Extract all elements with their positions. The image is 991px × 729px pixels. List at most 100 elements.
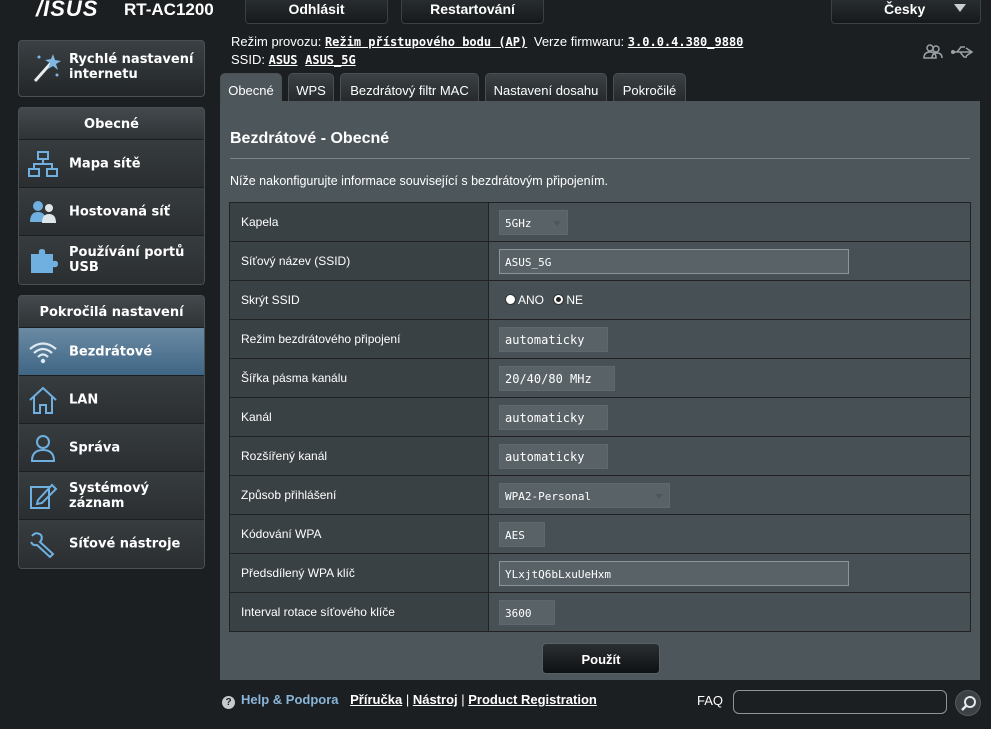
tab-bridge[interactable]: Nastavení dosahu: [485, 73, 607, 102]
main-panel: Bezdrátové - Obecné Níže nakonfigurujte …: [220, 101, 980, 680]
psk-cell: YLxjtQ6bLxuUeHxm: [488, 553, 971, 593]
sidebar-item-label: Správa: [69, 440, 121, 455]
usb-icon[interactable]: [951, 46, 974, 58]
logout-button[interactable]: Odhlásit: [245, 0, 388, 24]
bandwidth-select[interactable]: 20/40/80 MHz: [499, 365, 615, 391]
network-tools-icon: [30, 532, 55, 558]
wireless-mode-select[interactable]: automaticky: [499, 326, 608, 352]
sidebar-item-label: Hostovaná síť: [69, 204, 170, 219]
wireless-mode-cell: automaticky: [488, 319, 971, 359]
faq-search-button[interactable]: [955, 690, 981, 716]
restart-button[interactable]: Restartování: [401, 0, 544, 24]
table-row: Interval rotace síťového klíče 3600: [229, 592, 971, 632]
ssid-input[interactable]: ASUS_5G: [499, 248, 849, 274]
sidebar-item-admin[interactable]: Správa: [19, 424, 204, 472]
sidebar-item-network-tools[interactable]: Síťové nástroje: [19, 520, 204, 568]
ext-channel-label: Rozšířený kanál: [229, 436, 489, 476]
mode-value-link[interactable]: Režim přístupového bodu (AP): [325, 35, 527, 49]
wpa-encryption-cell: AES: [488, 514, 971, 554]
sidebar-item-system-log[interactable]: Systémový záznam: [19, 472, 204, 520]
sidebar-item-guest-network[interactable]: Hostovaná síť: [19, 188, 204, 236]
channel-select[interactable]: automaticky: [499, 404, 608, 430]
psk-input[interactable]: YLxjtQ6bLxuUeHxm: [499, 560, 849, 586]
status-line-mode: Režim provozu: Režim přístupového bodu (…: [231, 34, 743, 49]
tab-general[interactable]: Obecné: [220, 73, 282, 102]
language-label: Česky: [884, 1, 926, 17]
sidebar-item-label: Mapa sítě: [69, 156, 141, 171]
tab-professional[interactable]: Pokročilé: [613, 73, 686, 102]
ext-channel-select[interactable]: automaticky: [499, 443, 608, 469]
key-interval-label: Interval rotace síťového klíče: [229, 592, 489, 632]
chevron-down-icon: [655, 493, 663, 499]
auth-method-select[interactable]: WPA2-Personal: [499, 482, 670, 508]
table-row: Předsdílený WPA klíč YLxjtQ6bLxuUeHxm: [229, 553, 971, 593]
key-interval-input[interactable]: 3600: [499, 599, 555, 625]
tab-mac-filter[interactable]: Bezdrátový filtr MAC: [340, 73, 479, 102]
bandwidth-label: Šířka pásma kanálu: [229, 358, 489, 398]
ssid-label: SSID:: [231, 52, 265, 67]
bandwidth-cell: 20/40/80 MHz: [488, 358, 971, 398]
wifi-icon: [29, 342, 57, 364]
firmware-label: Verze firmwaru:: [533, 34, 625, 49]
advanced-menu-title: Pokročilá nastavení: [19, 296, 204, 328]
admin-user-icon: [30, 435, 56, 462]
guest-network-icon: [30, 201, 56, 223]
footer-separator: |: [461, 692, 465, 707]
sidebar-item-wireless[interactable]: Bezdrátové: [19, 328, 204, 376]
page-description: Níže nakonfigurujte informace souvisejíc…: [230, 174, 608, 188]
ssid-cell: ASUS_5G: [488, 241, 971, 281]
channel-label: Kanál: [229, 397, 489, 437]
auth-method-value: WPA2-Personal: [505, 489, 592, 503]
mode-label: Režim provozu:: [231, 34, 322, 49]
top-bar: /ISUS RT-AC1200 Odhlásit Restartování Če…: [0, 0, 991, 26]
ssid-field-label: Síťový název (SSID): [229, 241, 489, 281]
apply-button[interactable]: Použít: [542, 643, 660, 674]
ssid-link-5g[interactable]: ASUS_5G: [305, 53, 356, 67]
sidebar-item-usb[interactable]: Používání portů USB: [19, 236, 204, 284]
channel-cell: automaticky: [488, 397, 971, 437]
language-select[interactable]: Česky: [831, 0, 981, 24]
table-row: Skrýt SSID ANO NE: [229, 280, 971, 320]
system-log-icon: [30, 483, 58, 509]
wireless-mode-label: Režim bezdrátového připojení: [229, 319, 489, 359]
tab-wps[interactable]: WPS: [288, 73, 334, 102]
faq-search-input[interactable]: [733, 690, 947, 714]
network-map-icon: [28, 151, 58, 177]
band-select[interactable]: 5GHz: [499, 209, 568, 235]
quick-setup-button[interactable]: Rychlé nastavení internetu: [18, 40, 205, 97]
footer: ? Help & Podpora Příručka | Nástroj | Pro…: [222, 692, 597, 709]
firmware-value-link[interactable]: 3.0.0.4.380_9880: [628, 35, 744, 49]
sidebar: Rychlé nastavení internetu Obecné Mapa s…: [18, 40, 205, 569]
table-row: Síťový název (SSID) ASUS_5G: [229, 241, 971, 281]
hide-ssid-no-radio[interactable]: [553, 294, 565, 305]
sidebar-item-lan[interactable]: LAN: [19, 376, 204, 424]
table-row: Kapela 5GHz: [229, 202, 971, 242]
table-row: Šířka pásma kanálu 20/40/80 MHz: [229, 358, 971, 398]
home-icon: [29, 386, 57, 414]
wpa-encryption-label: Kódování WPA: [229, 514, 489, 554]
advanced-menu: Pokročilá nastavení Bezdrátové LAN Správ…: [18, 295, 205, 569]
sidebar-item-network-map[interactable]: Mapa sítě: [19, 140, 204, 188]
table-row: Kanál automaticky: [229, 397, 971, 437]
wpa-encryption-select[interactable]: AES: [499, 521, 545, 547]
hide-ssid-label: Skrýt SSID: [229, 280, 489, 320]
help-icon: ?: [222, 696, 235, 709]
product-registration-link[interactable]: Product Registration: [468, 692, 597, 707]
sidebar-item-label: Používání portů USB: [69, 245, 185, 275]
key-interval-cell: 3600: [488, 592, 971, 632]
table-row: Způsob přihlášení WPA2-Personal: [229, 475, 971, 515]
clients-icon[interactable]: [923, 44, 943, 59]
table-row: Kódování WPA AES: [229, 514, 971, 554]
usb-puzzle-icon: [31, 249, 58, 273]
model-name: RT-AC1200: [124, 0, 214, 19]
general-menu: Obecné Mapa sítě Hostovaná síť Používání…: [18, 107, 205, 285]
manual-link[interactable]: Příručka: [350, 692, 402, 707]
table-row: Rozšířený kanál automaticky: [229, 436, 971, 476]
utility-link[interactable]: Nástroj: [413, 692, 458, 707]
quick-setup-label: Rychlé nastavení internetu: [69, 52, 194, 82]
asus-logo[interactable]: /ISUS: [36, 0, 98, 22]
help-support-label: Help & Podpora: [241, 692, 339, 707]
hide-ssid-cell: ANO NE: [488, 280, 971, 320]
ssid-link-24[interactable]: ASUS: [269, 53, 298, 67]
hide-ssid-yes-radio[interactable]: [505, 294, 516, 305]
